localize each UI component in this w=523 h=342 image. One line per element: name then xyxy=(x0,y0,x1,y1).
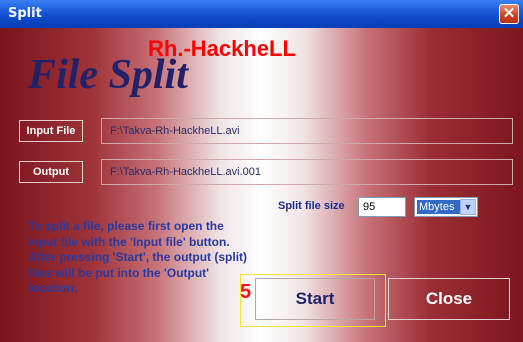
split-window: Split ✕ Rh.-HackheLL File Split Input Fi… xyxy=(0,0,523,342)
input-file-button[interactable]: Input File xyxy=(19,120,83,142)
close-button-label: Close xyxy=(425,289,473,308)
instructions-text: To split a file, please first open the i… xyxy=(28,219,248,295)
input-file-label: Input File xyxy=(26,125,76,137)
close-button[interactable]: Close xyxy=(388,278,510,320)
title-bar[interactable]: Split ✕ xyxy=(0,0,523,29)
dialog-body: Rh.-HackheLL File Split Input File F:\Ta… xyxy=(0,28,523,342)
output-path-field[interactable]: F:\Takva-Rh-HackheLL.avi.001 xyxy=(101,159,513,185)
output-button[interactable]: Output xyxy=(19,161,83,183)
chevron-down-icon[interactable]: ▼ xyxy=(460,199,476,215)
start-button[interactable]: Start xyxy=(255,278,375,320)
start-button-label: Start xyxy=(295,289,335,308)
split-size-input[interactable]: 95 xyxy=(358,197,406,217)
output-label: Output xyxy=(32,166,70,178)
step-number: 5 xyxy=(240,281,252,303)
unit-select[interactable]: Mbytes ▼ xyxy=(414,197,478,217)
window-title: Split xyxy=(8,6,42,21)
app-title: File Split xyxy=(28,52,188,98)
split-size-label: Split file size xyxy=(278,200,345,212)
unit-selected-value: Mbytes xyxy=(417,200,461,214)
close-icon[interactable]: ✕ xyxy=(499,4,519,24)
input-path-field[interactable]: F:\Takva-Rh-HackheLL.avi xyxy=(101,118,513,144)
